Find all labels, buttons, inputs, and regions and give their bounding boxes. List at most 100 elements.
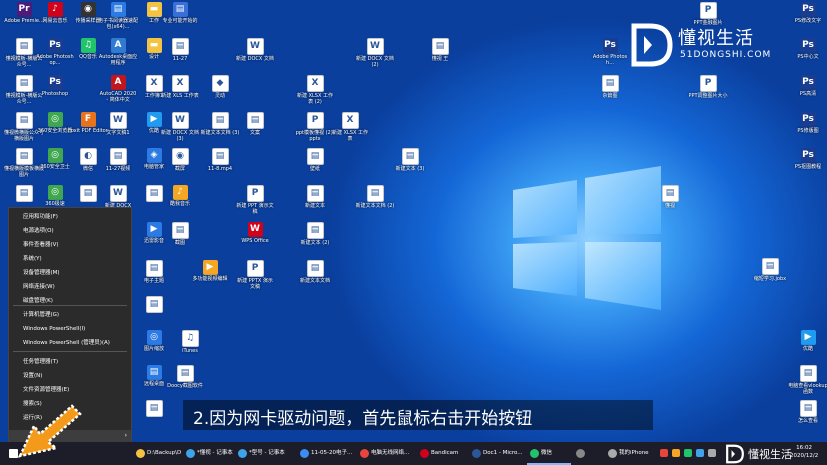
file-icon: F	[80, 112, 96, 127]
desktop-icon[interactable]: ▤ 杂篇图	[590, 75, 630, 99]
desktop-icon-label: 截屏	[174, 166, 185, 172]
menu-item[interactable]: 设备管理器(M)	[9, 267, 131, 279]
desktop-icon[interactable]: ▤	[134, 400, 174, 418]
tray-icon[interactable]	[660, 449, 668, 457]
desktop-icon[interactable]: ▤ 怎么查看	[788, 400, 827, 424]
taskbar-item[interactable]: *型号 - 记事本	[235, 442, 295, 465]
desktop-icon[interactable]: P PPT调整图片大小	[688, 75, 728, 99]
desktop-icon[interactable]: ▤ 新建文本文档 (2)	[355, 185, 395, 209]
desktop-icon[interactable]: ▤ 壁纸	[295, 148, 335, 172]
tray-icon[interactable]	[684, 449, 692, 457]
file-icon: ▤	[431, 38, 449, 55]
desktop-icon[interactable]: ▤ 新建文本	[295, 185, 335, 209]
desktop-icon[interactable]: W 新建 DOCX 文档	[235, 38, 275, 62]
desktop-icon-label: Autodesk桌面应用程序	[98, 54, 138, 66]
desktop-icon[interactable]: ▶ 多功能视频编辑	[190, 260, 230, 282]
desktop-icon[interactable]: P 新建 PPTX 演示文稿	[235, 260, 275, 290]
desktop-icon[interactable]: ◉ 截屏	[160, 148, 200, 172]
menu-item[interactable]: 文件资源管理器(E)	[9, 384, 131, 396]
desktop-icon[interactable]: ▶ 优酷	[788, 330, 827, 352]
file-icon: ▤	[306, 260, 324, 277]
taskbar-item[interactable]: 电脑无线网络...	[357, 442, 415, 465]
desktop-icon-label: 新建 XLSX 工作表 (2)	[297, 93, 333, 105]
taskbar-item[interactable]: 我的iPhone	[605, 442, 655, 465]
desktop-icon[interactable]: ▤ 截图	[160, 222, 200, 246]
desktop-icon[interactable]: W 新建 DOCX 文档 (3)	[160, 112, 200, 142]
desktop-icon[interactable]: ▤ 懂视	[650, 185, 690, 209]
pointer-arrow-icon	[17, 404, 82, 458]
desktop-icon[interactable]: ▤ 11-8.mp4	[200, 148, 240, 172]
file-icon: ▤	[171, 38, 189, 55]
desktop-icon[interactable]: ▤ 电脑查看vlookup函数	[788, 365, 827, 395]
desktop-icon[interactable]: ♫ iTunes	[170, 330, 210, 354]
desktop-icon[interactable]: ▤ 电子主题	[134, 260, 174, 284]
menu-item-label: 系统(Y)	[23, 256, 42, 262]
menu-item[interactable]: 任务管理器(T)	[9, 356, 131, 368]
menu-item[interactable]: Windows PowerShell(I)	[9, 323, 131, 335]
file-icon: ▤	[761, 258, 779, 275]
menu-item-label: 计算机管理(G)	[23, 312, 60, 318]
desktop-icon[interactable]: P 新建 PPT 演示文稿	[235, 185, 275, 215]
desktop-icon[interactable]: Ps PS修改文字	[788, 2, 827, 24]
desktop-icon[interactable]: ◎ 图片缩放	[134, 330, 174, 352]
desktop-icon[interactable]: ▤ 新建文本文档	[295, 260, 335, 284]
file-icon: W	[171, 112, 189, 129]
taskbar-item[interactable]: Bandicam	[417, 442, 467, 465]
desktop-icon[interactable]: ▤ 文案	[235, 112, 275, 136]
desktop-icon[interactable]: W 新建 DOCX 文档 (2)	[355, 38, 395, 68]
desktop-icon[interactable]: ♪ 酷我音乐	[160, 185, 200, 207]
desktop-icon[interactable]: W 新建 DOCX	[98, 185, 138, 209]
desktop-icon[interactable]: ▤ 新建文本文档 (3)	[200, 112, 240, 136]
file-icon: P	[246, 260, 264, 277]
desktop-icon[interactable]: W WPS Office	[235, 222, 275, 244]
desktop-icon[interactable]: A Autodesk桌面应用程序	[98, 38, 138, 66]
desktop-icon-label: 新建文本文档 (3)	[200, 130, 240, 136]
desktop-icon[interactable]: Ps PS抠图教程	[788, 148, 827, 170]
desktop-icon[interactable]: ▤ Doocy截图软件	[165, 365, 205, 389]
desktop-icon[interactable]: ▤ 11-27视频	[98, 148, 138, 172]
tray-icon[interactable]	[672, 449, 680, 457]
menu-item[interactable]: 网络连接(W)	[9, 281, 131, 293]
desktop-icon[interactable]: W 文字文稿1	[98, 112, 138, 136]
desktop-icon[interactable]: ▤ 电子书阅读器速配包(x64)...	[98, 2, 138, 30]
taskbar-item[interactable]: Doc1 - Micro...	[469, 442, 525, 465]
desktop-icon[interactable]: ▤ 懂视 王	[420, 38, 460, 62]
taskbar-item[interactable]: 微信	[527, 442, 571, 465]
menu-item[interactable]: 应用和功能(F)	[9, 211, 131, 223]
desktop-icon[interactable]: ▤ 新建文本 (2)	[295, 222, 335, 246]
desktop-icon[interactable]: ▤ 缩短学习.jobx	[750, 258, 790, 282]
chevron-right-icon: ›	[124, 432, 127, 439]
file-icon: W	[366, 38, 384, 55]
menu-item[interactable]: Windows PowerShell (管理员)(A)	[9, 337, 131, 349]
desktop-icon[interactable]: X 新建 XLSX 工作表 (2)	[295, 75, 335, 105]
menu-item[interactable]: 电源选项(O)	[9, 225, 131, 237]
desktop-icon[interactable]: ▤ 新建文本 (3)	[390, 148, 430, 172]
file-icon: ▤	[79, 185, 97, 202]
tray-icon[interactable]	[696, 449, 704, 457]
menu-item[interactable]: 计算机管理(G)	[9, 309, 131, 321]
desktop-icon[interactable]: Ps PS高清	[788, 75, 827, 97]
desktop-icon-label: 酷我音乐	[169, 201, 190, 207]
file-icon: X	[306, 75, 324, 92]
menu-item[interactable]: 设置(N)	[9, 370, 131, 382]
taskbar-item[interactable]: *懂视 - 记事本	[183, 442, 233, 465]
desktop-icon[interactable]: ◆ 灵动	[200, 75, 240, 99]
desktop-icon[interactable]: X 新建 XLSX 工作表	[330, 112, 370, 142]
desktop-icon[interactable]: A AutoCAD 2020 - 简体中文	[98, 75, 138, 103]
desktop-icon[interactable]: Pppt模板懂视 (2).pptx	[295, 112, 335, 142]
desktop-icon[interactable]: Ps Adobe Photosh...	[590, 38, 630, 66]
taskbar-item[interactable]: 11-05-20电子...	[297, 442, 355, 465]
tray-icon[interactable]	[708, 449, 716, 457]
menu-item[interactable]: 系统(Y)	[9, 253, 131, 265]
desktop-icon[interactable]: Ps Photoshop	[35, 75, 75, 97]
desktop-icon[interactable]: Ps PS修版图	[788, 112, 827, 134]
desktop-icon[interactable]: ▤	[134, 296, 174, 314]
file-icon: ♫	[181, 330, 199, 347]
desktop-icon[interactable]: ▤ 11-27	[160, 38, 200, 62]
taskbar-item[interactable]	[573, 442, 603, 465]
desktop-icon-label: 新建文本文档	[299, 278, 330, 284]
desktop-icon[interactable]: X 新建 XLS 工作表	[160, 75, 200, 99]
desktop-icon[interactable]: ▤ 专业可能开始的	[160, 2, 200, 24]
menu-item[interactable]: 事件查看器(V)	[9, 239, 131, 251]
taskbar-item[interactable]: D:\Backup\D...	[133, 442, 181, 465]
